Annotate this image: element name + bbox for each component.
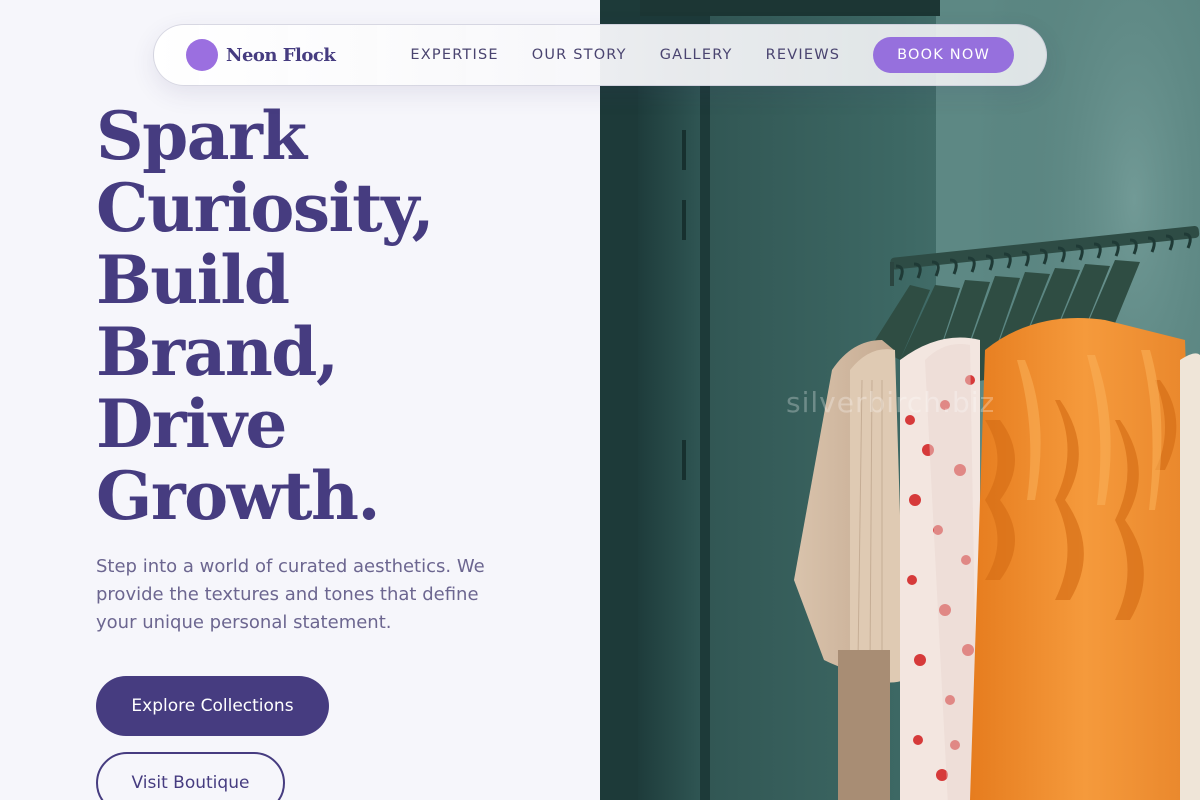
hero-title-line: Curiosity, (96, 169, 435, 247)
hero-title-line: Drive (96, 385, 287, 463)
nav-link-our-story[interactable]: OUR STORY (532, 47, 627, 63)
photo-watermark: silverbirch.biz (786, 386, 996, 419)
hero-title-line: Spark (96, 97, 307, 175)
brand-name: Neon Flock (226, 44, 336, 66)
nav-link-gallery[interactable]: GALLERY (660, 47, 733, 63)
hero-description: Step into a world of curated aesthetics.… (96, 556, 485, 633)
nav-link-expertise[interactable]: EXPERTISE (410, 47, 498, 63)
hero-title-line: Build (96, 241, 290, 319)
top-navbar: Neon Flock EXPERTISE OUR STORY GALLERY R… (153, 24, 1047, 86)
hero-title-line: Brand, (96, 313, 339, 391)
book-now-button[interactable]: BOOK NOW (873, 37, 1014, 73)
page: silverbirch.biz Neon Flock EXPERTISE OUR… (0, 0, 1200, 800)
nav-link-reviews[interactable]: REVIEWS (766, 47, 841, 63)
brand-logo[interactable]: Neon Flock (186, 39, 336, 71)
hero-title: Spark Curiosity, Build Brand, Drive Grow… (96, 97, 435, 535)
brand-dot-icon (186, 39, 218, 71)
hero-title-line: Growth. (96, 457, 380, 535)
explore-collections-button[interactable]: Explore Collections (96, 676, 329, 736)
nav-links: EXPERTISE OUR STORY GALLERY REVIEWS BOOK… (410, 37, 1014, 73)
visit-boutique-button[interactable]: Visit Boutique (96, 752, 285, 800)
